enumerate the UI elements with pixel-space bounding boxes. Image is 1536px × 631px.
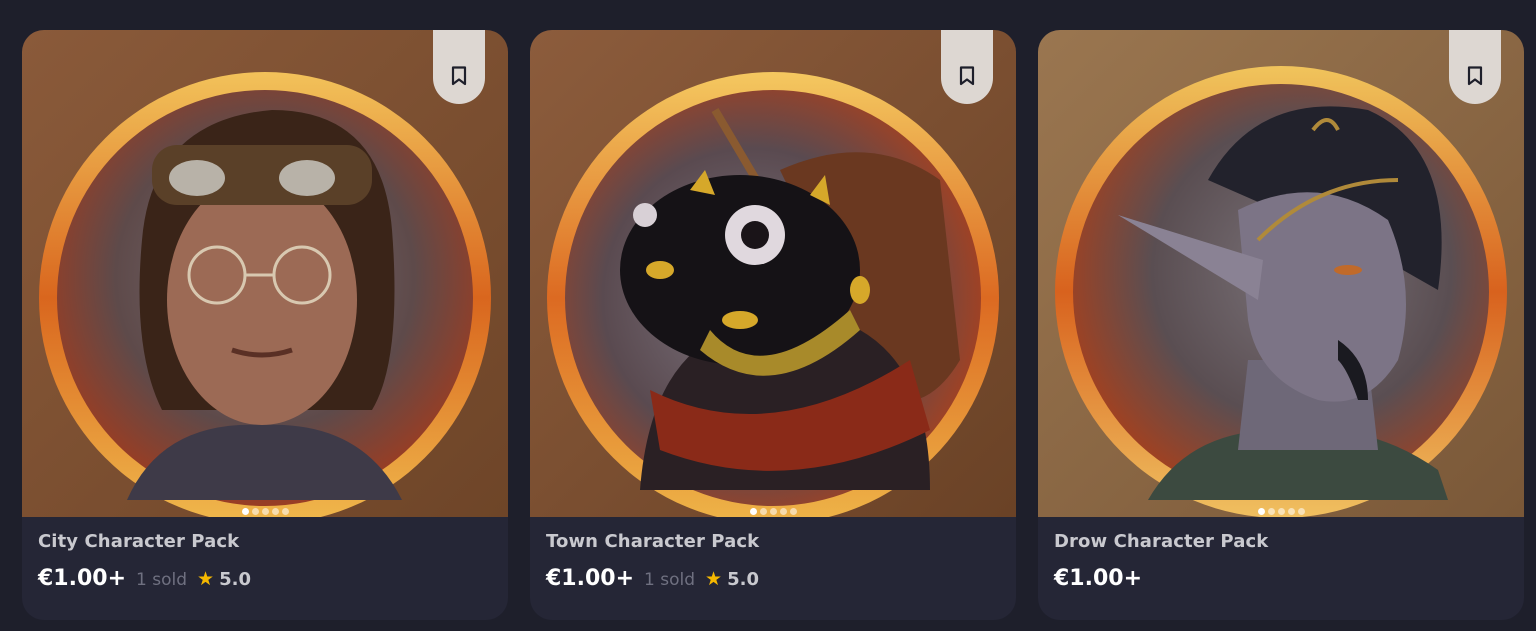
product-info: Drow Character Pack €1.00+ xyxy=(1038,517,1524,591)
product-card[interactable]: City Character Pack €1.00+ 1 sold ★ 5.0 xyxy=(22,30,508,620)
carousel-dot[interactable] xyxy=(1287,508,1295,515)
product-title[interactable]: Town Character Pack xyxy=(546,531,1000,552)
product-thumbnail[interactable] xyxy=(530,30,1016,517)
product-thumbnail[interactable] xyxy=(22,30,508,517)
carousel-dot[interactable] xyxy=(1297,508,1305,515)
product-meta: €1.00+ 1 sold ★ 5.0 xyxy=(38,566,492,591)
rating: ★ 5.0 xyxy=(197,568,251,590)
product-grid: City Character Pack €1.00+ 1 sold ★ 5.0 xyxy=(22,30,1524,620)
product-thumbnail[interactable] xyxy=(1038,30,1524,517)
product-meta: €1.00+ xyxy=(1054,566,1508,591)
carousel-dot[interactable] xyxy=(769,508,777,515)
product-card[interactable]: Town Character Pack €1.00+ 1 sold ★ 5.0 xyxy=(530,30,1016,620)
carousel-dot[interactable] xyxy=(759,508,767,515)
carousel-dot[interactable] xyxy=(261,508,269,515)
character-portrait-image xyxy=(1038,30,1524,517)
product-price: €1.00+ xyxy=(546,566,635,591)
bookmark-icon xyxy=(1467,66,1483,86)
carousel-dot[interactable] xyxy=(779,508,787,515)
sold-count: 1 sold xyxy=(644,570,696,590)
carousel-dot[interactable] xyxy=(1257,508,1265,515)
carousel-dots xyxy=(530,508,1016,515)
star-icon: ★ xyxy=(705,568,723,590)
star-icon: ★ xyxy=(197,568,215,590)
bookmark-button[interactable] xyxy=(941,30,993,104)
carousel-dot[interactable] xyxy=(241,508,249,515)
bookmark-icon xyxy=(959,66,975,86)
product-title[interactable]: City Character Pack xyxy=(38,531,492,552)
rating: ★ 5.0 xyxy=(705,568,759,590)
rating-value: 5.0 xyxy=(727,569,759,590)
character-portrait-image xyxy=(530,30,1016,517)
bookmark-button[interactable] xyxy=(433,30,485,104)
product-info: City Character Pack €1.00+ 1 sold ★ 5.0 xyxy=(22,517,508,591)
carousel-dot[interactable] xyxy=(281,508,289,515)
product-price: €1.00+ xyxy=(1054,566,1143,591)
bookmark-button[interactable] xyxy=(1449,30,1501,104)
product-card[interactable]: Drow Character Pack €1.00+ xyxy=(1038,30,1524,620)
product-info: Town Character Pack €1.00+ 1 sold ★ 5.0 xyxy=(530,517,1016,591)
carousel-dots xyxy=(1038,508,1524,515)
character-portrait-image xyxy=(22,30,508,517)
product-meta: €1.00+ 1 sold ★ 5.0 xyxy=(546,566,1000,591)
rating-value: 5.0 xyxy=(219,569,251,590)
carousel-dot[interactable] xyxy=(271,508,279,515)
carousel-dot[interactable] xyxy=(1267,508,1275,515)
product-title[interactable]: Drow Character Pack xyxy=(1054,531,1508,552)
carousel-dot[interactable] xyxy=(789,508,797,515)
carousel-dot[interactable] xyxy=(251,508,259,515)
carousel-dot[interactable] xyxy=(1277,508,1285,515)
bookmark-icon xyxy=(451,66,467,86)
carousel-dots xyxy=(22,508,508,515)
carousel-dot[interactable] xyxy=(749,508,757,515)
sold-count: 1 sold xyxy=(136,570,188,590)
product-price: €1.00+ xyxy=(38,566,127,591)
